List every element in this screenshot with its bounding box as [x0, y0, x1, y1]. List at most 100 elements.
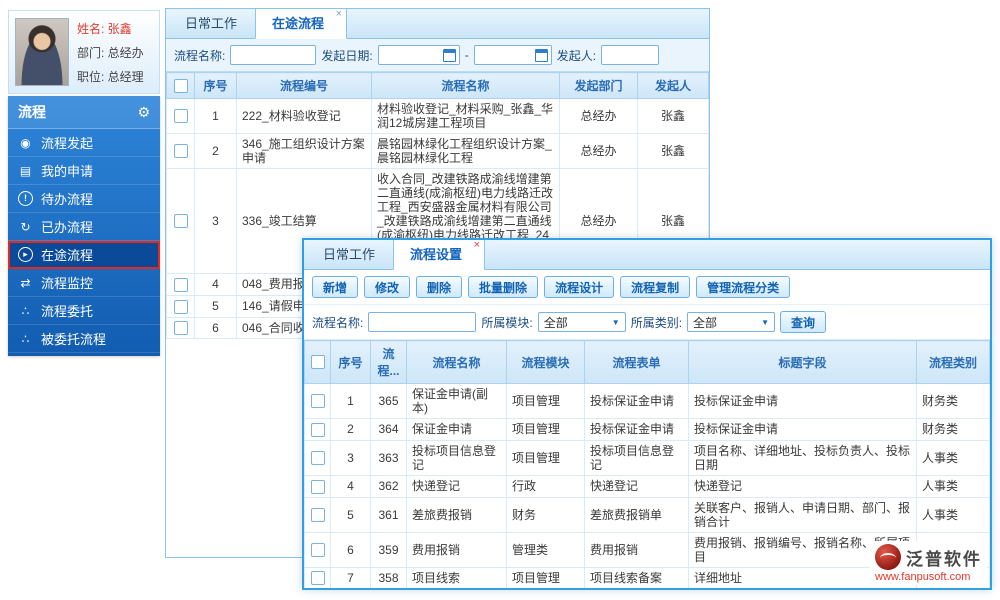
cell-module: 项目管理 — [506, 439, 585, 476]
in-progress-icon: ▸ — [18, 247, 33, 262]
sidebar-title: 流程 — [18, 104, 46, 120]
close-tab-icon[interactable]: × — [336, 9, 342, 20]
row-checkbox[interactable] — [173, 321, 188, 336]
tab-in-transit-processes[interactable]: 在途流程 × — [255, 9, 348, 39]
sync-icon: ⇄ — [20, 275, 31, 290]
sidebar-item-label: 流程委托 — [41, 304, 94, 319]
sidebar-item-label: 已办流程 — [41, 220, 94, 235]
sidebar-item-todo-processes[interactable]: ! 待办流程 — [8, 185, 160, 213]
table-row[interactable]: 5 361 差旅费报销 财务 差旅费报销单 关联客户、报销人、申请日期、部门、报… — [304, 496, 990, 533]
sidebar-item-label: 被委托流程 — [41, 332, 107, 347]
edit-button[interactable]: 修改 — [364, 276, 411, 298]
gear-icon[interactable]: ⚙ — [137, 105, 150, 119]
tab-label: 日常工作 — [185, 16, 238, 31]
col-process-name: 流程名称 — [406, 340, 507, 384]
row-checkbox[interactable] — [173, 144, 188, 159]
window-process-settings: 日常工作 流程设置 × 新增 修改 删除 批量删除 流程设计 流程复制 管理流程… — [302, 238, 992, 590]
cell-name: 快递登记 — [406, 474, 507, 498]
tab-daily-work[interactable]: 日常工作 — [307, 240, 391, 269]
search-button[interactable]: 查询 — [780, 311, 827, 333]
alert-icon: ! — [18, 191, 33, 206]
table-row[interactable]: 4 362 快递登记 行政 快递登记 快递登记 人事类 — [304, 474, 990, 498]
process-copy-button[interactable]: 流程复制 — [620, 276, 691, 298]
table-row[interactable]: 1 365 保证金申请(副本) 项目管理 投标保证金申请 投标保证金申请 财务类 — [304, 383, 990, 419]
table-row[interactable]: 2 364 保证金申请 项目管理 投标保证金申请 投标保证金申请 财务类 — [304, 418, 990, 441]
table-row[interactable]: 8 357 测试费用报销 财务 费用报销 费用报销、报销编号、报销名称、本次报销… — [305, 589, 990, 590]
sidebar-item-process-monitor[interactable]: ⇄ 流程监控 — [8, 269, 160, 297]
cell-module: 管理类 — [506, 531, 585, 568]
initiator-input[interactable] — [601, 45, 660, 65]
batch-delete-button[interactable]: 批量删除 — [468, 276, 539, 298]
row-checkbox[interactable] — [173, 214, 188, 229]
sidebar-item-process-start[interactable]: ◉ 流程发起 — [8, 129, 160, 157]
cell-seq: 8 — [331, 589, 371, 590]
close-tab-icon[interactable]: × — [474, 240, 480, 251]
select-all-checkbox[interactable] — [173, 78, 188, 93]
cell-seq: 7 — [330, 566, 371, 588]
add-button[interactable]: 新增 — [312, 276, 359, 298]
category-select[interactable]: 全部 ▼ — [687, 312, 776, 332]
sidebar-item-process-delegate[interactable]: ∴ 流程委托 — [8, 297, 160, 325]
document-icon: ▤ — [19, 163, 32, 178]
row-checkbox[interactable] — [310, 451, 325, 466]
sidebar-item-in-transit-processes[interactable]: ▸ 在途流程 — [8, 241, 160, 269]
cell-form: 投标保证金申请 — [584, 418, 689, 441]
row-checkbox[interactable] — [173, 277, 188, 292]
cell-name: 投标项目信息登记 — [406, 439, 507, 476]
orgchart-icon: ∴ — [21, 303, 30, 318]
cell-code: 362 — [370, 474, 407, 498]
module-select[interactable]: 全部 ▼ — [537, 312, 626, 332]
profile-position: 职位: 总经理 — [77, 69, 144, 84]
calendar-icon[interactable] — [442, 48, 456, 62]
header-checkbox-cell — [304, 340, 331, 384]
cell-module: 项目管理 — [506, 418, 585, 441]
process-menu: 流程 ⚙ ◉ 流程发起 ▤ 我的申请 ! 待办流程 ↻ 已办流程 ▸ 在途流程 — [8, 96, 160, 356]
profile-photo — [15, 18, 69, 86]
sidebar-item-delegated-processes[interactable]: ∴ 被委托流程 — [8, 325, 160, 353]
row-checkbox[interactable] — [310, 422, 325, 437]
sidebar-item-done-processes[interactable]: ↻ 已办流程 — [8, 213, 160, 241]
row-checkbox[interactable] — [173, 299, 188, 314]
row-checkbox[interactable] — [310, 394, 325, 409]
user-profile-card: 姓名: 张鑫 部门: 总经办 职位: 总经理 — [8, 10, 160, 94]
table-row[interactable]: 3 363 投标项目信息登记 项目管理 投标项目信息登记 项目名称、详细地址、投… — [304, 439, 990, 476]
tab-daily-work[interactable]: 日常工作 — [169, 9, 253, 38]
tab-process-settings[interactable]: 流程设置 × — [393, 240, 486, 270]
col-seq: 序号 — [330, 340, 371, 384]
chevron-down-icon: ▼ — [761, 317, 770, 327]
cell-title-field: 快递登记 — [688, 474, 917, 498]
process-name-input[interactable] — [230, 45, 317, 65]
col-seq: 序号 — [194, 72, 237, 99]
cell-seq: 5 — [330, 496, 371, 533]
row-checkbox[interactable] — [310, 508, 325, 523]
process-design-button[interactable]: 流程设计 — [544, 276, 615, 298]
calendar-icon[interactable] — [534, 48, 548, 62]
cell-form: 费用报销 — [585, 589, 689, 590]
cell-title-field: 投标保证金申请 — [688, 418, 917, 441]
profile-department: 部门: 总经办 — [77, 45, 144, 60]
tab-label: 流程设置 — [410, 247, 463, 262]
cell-name: 材料验收登记_材料采购_张鑫_华润12城房建工程项目 — [371, 98, 560, 134]
cell-code: 364 — [370, 418, 407, 441]
row-checkbox[interactable] — [310, 543, 325, 558]
manage-category-button[interactable]: 管理流程分类 — [696, 276, 791, 298]
process-name-input[interactable] — [368, 312, 477, 332]
row-checkbox[interactable] — [310, 571, 325, 586]
col-process-form: 流程表单 — [584, 340, 689, 384]
tab-label: 在途流程 — [272, 16, 325, 31]
select-all-checkbox[interactable] — [310, 355, 325, 370]
row-checkbox[interactable] — [173, 109, 188, 124]
table-row[interactable]: 1 222_材料验收登记 材料验收登记_材料采购_张鑫_华润12城房建工程项目 … — [166, 98, 709, 134]
sidebar-item-my-applications[interactable]: ▤ 我的申请 — [8, 157, 160, 185]
cell-dept: 总经办 — [559, 98, 638, 134]
cell-seq: 3 — [194, 168, 237, 274]
cell-form: 项目线索备案 — [584, 566, 689, 588]
table-row[interactable]: 2 346_施工组织设计方案申请 晨铭园林绿化工程组织设计方案_晨铭园林绿化工程… — [166, 133, 709, 169]
window1-tabbar: 日常工作 在途流程 × — [166, 9, 709, 39]
module-label: 所属模块: — [481, 315, 533, 330]
tab-label: 日常工作 — [323, 247, 376, 262]
delete-button[interactable]: 删除 — [416, 276, 463, 298]
row-checkbox[interactable] — [310, 479, 325, 494]
fanpu-url: www.fanpusoft.com — [875, 571, 971, 583]
col-dept: 发起部门 — [559, 72, 638, 99]
